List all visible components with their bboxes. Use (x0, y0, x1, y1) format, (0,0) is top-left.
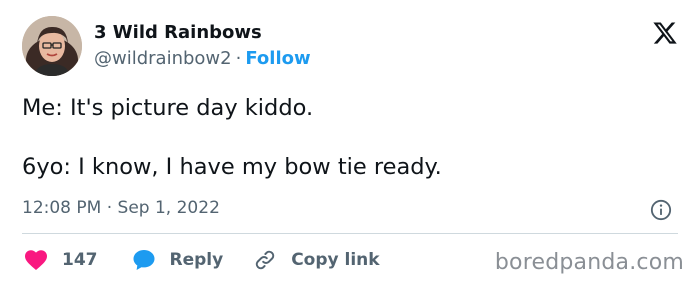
reply-label: Reply (169, 250, 224, 270)
separator: · (106, 198, 113, 218)
tweet-timestamp[interactable]: 12:08 PM · Sep 1, 2022 (22, 198, 220, 218)
tweet-text: Me: It's picture day kiddo. 6yo: I know,… (22, 92, 672, 183)
tweet-date: Sep 1, 2022 (117, 198, 220, 218)
avatar[interactable] (22, 16, 82, 76)
watermark: boredpanda.com (494, 250, 684, 275)
speech-bubble-icon (133, 250, 154, 270)
avatar-image (22, 16, 82, 76)
tweet-line: 6yo: I know, I have my bow tie ready. (22, 154, 442, 180)
reply-button[interactable]: Reply (132, 248, 224, 272)
link-icon (256, 250, 275, 270)
x-logo-icon[interactable] (652, 20, 678, 46)
tweet-time: 12:08 PM (22, 198, 102, 218)
author-handle-row: @wildrainbow2 · Follow (94, 48, 311, 69)
like-count: 147 (62, 250, 98, 270)
info-icon[interactable] (650, 199, 672, 221)
divider (22, 233, 678, 234)
copy-link-button[interactable]: Copy link (253, 248, 380, 272)
author-name[interactable]: 3 Wild Rainbows (94, 22, 262, 43)
follow-button[interactable]: Follow (245, 48, 310, 69)
action-bar: 147 Reply Copy link (24, 247, 380, 273)
heart-icon (25, 250, 47, 270)
tweet-line: Me: It's picture day kiddo. (22, 95, 314, 121)
like-button[interactable]: 147 (24, 249, 98, 271)
author-handle[interactable]: @wildrainbow2 (94, 48, 232, 69)
copy-link-label: Copy link (291, 250, 380, 270)
separator: · (235, 48, 242, 69)
